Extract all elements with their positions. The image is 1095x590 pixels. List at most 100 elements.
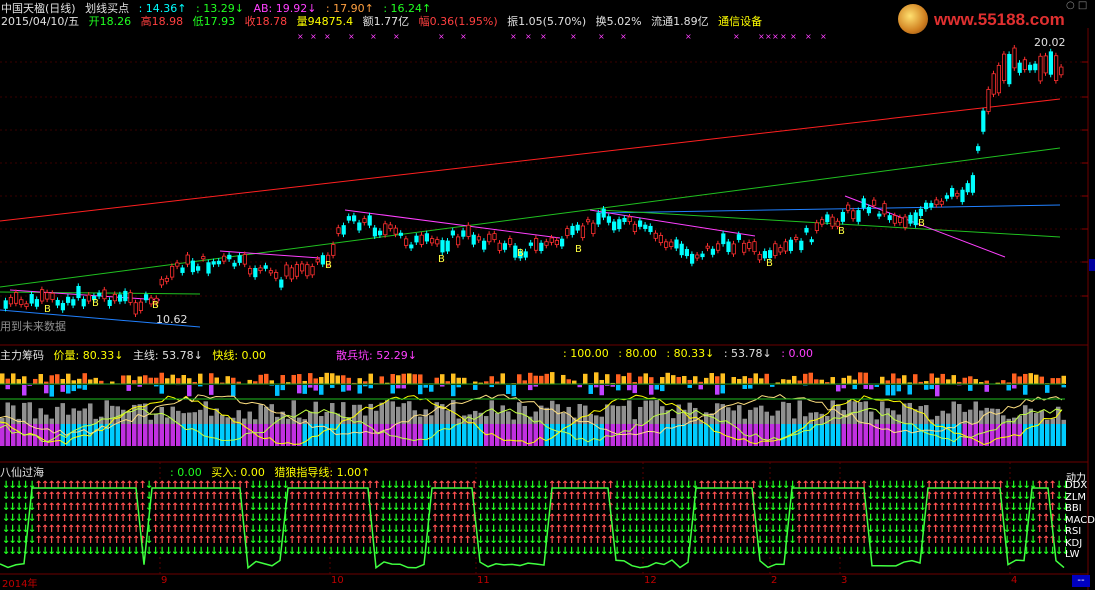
future-data-note: 用到未来数据 xyxy=(0,320,66,333)
candle xyxy=(310,263,315,278)
chip-bar xyxy=(363,381,368,446)
candle xyxy=(86,292,91,305)
chip-bar xyxy=(253,381,258,446)
chip-bar xyxy=(440,374,445,446)
candle xyxy=(45,289,50,303)
chip-bar xyxy=(154,377,159,446)
chip-bar xyxy=(660,377,665,446)
x-marker: × xyxy=(570,32,577,41)
candle xyxy=(471,232,476,248)
candle xyxy=(76,283,81,301)
buy-marker: B xyxy=(838,226,845,237)
chip-bar xyxy=(511,383,516,446)
candle xyxy=(695,251,700,262)
candle xyxy=(60,300,66,313)
candle xyxy=(882,200,887,217)
candle xyxy=(965,180,970,195)
top-x-markers: × × × × × × × × × × × × × × × × × × × × × × × xyxy=(297,32,827,41)
candle xyxy=(305,261,310,279)
chip-bar xyxy=(583,373,588,446)
candle xyxy=(1038,53,1043,84)
candle xyxy=(913,209,918,228)
scroll-marker[interactable] xyxy=(1089,259,1095,271)
candle xyxy=(690,251,695,267)
chip-bar xyxy=(951,375,956,446)
x-marker: × xyxy=(620,32,627,41)
candle xyxy=(497,240,502,254)
candle xyxy=(357,219,362,234)
candle xyxy=(227,252,232,262)
candle xyxy=(180,264,185,276)
candle xyxy=(622,215,627,225)
candle xyxy=(102,286,107,302)
candle xyxy=(8,294,13,307)
chip-bar xyxy=(181,374,186,446)
baxian-buy: 买入: 0.00 xyxy=(211,466,265,479)
price-chart[interactable]: BB BBBB BBBB × × × × × × × × × × × × × × × × × × × × × × × ↓↓↓↓↓… xyxy=(0,0,1095,590)
chip-bar xyxy=(1034,374,1039,446)
candle xyxy=(669,239,674,250)
candle xyxy=(528,239,534,249)
baxian-title[interactable]: 八仙过海 xyxy=(0,466,44,479)
candle xyxy=(268,267,274,276)
chip-fast-line: 快线: 0.00 xyxy=(212,349,267,362)
chip-bar xyxy=(187,378,192,446)
chip-bar xyxy=(539,375,544,446)
chip-bar xyxy=(236,381,241,446)
chip-panel-title[interactable]: 主力筹码 xyxy=(0,349,44,362)
chip-extra-5: : 0.00 xyxy=(781,347,813,360)
candle xyxy=(638,217,643,230)
chip-bar xyxy=(566,379,571,446)
candle xyxy=(185,252,190,268)
chip-bar xyxy=(737,378,742,446)
chip-extra-2: : 80.00 xyxy=(618,347,657,360)
candle xyxy=(591,220,596,237)
chip-bar xyxy=(93,377,98,446)
x-marker: × xyxy=(790,32,797,41)
chip-bar xyxy=(676,376,681,446)
chip-bar xyxy=(434,377,439,446)
chip-bar xyxy=(247,379,252,446)
chip-bar xyxy=(231,377,236,446)
candle xyxy=(794,234,799,243)
label-rsi: RSI xyxy=(1065,526,1082,537)
candle xyxy=(679,241,684,258)
candle xyxy=(206,259,211,277)
chip-bar xyxy=(764,373,769,446)
candle xyxy=(570,223,575,238)
candle xyxy=(128,289,133,306)
candle xyxy=(804,225,809,236)
x-marker: × xyxy=(598,32,605,41)
candle xyxy=(284,261,289,279)
candle xyxy=(331,241,336,259)
x-marker: × xyxy=(772,32,779,41)
chip-bar xyxy=(165,378,170,446)
candle xyxy=(258,264,263,274)
chip-bar xyxy=(874,383,879,446)
x-axis-label-9: 9 xyxy=(161,575,168,586)
axis-end-marker[interactable]: -- xyxy=(1072,575,1090,587)
candle xyxy=(856,207,861,225)
candle xyxy=(783,238,788,255)
buy-marker: B xyxy=(92,298,99,309)
chip-bar xyxy=(110,381,115,446)
chip-bar xyxy=(390,374,395,446)
low-price-label: 10.62 xyxy=(156,313,188,326)
chip-bar xyxy=(286,382,291,446)
x-marker: × xyxy=(460,32,467,41)
candle xyxy=(721,230,726,247)
candle xyxy=(481,238,487,253)
candle xyxy=(55,297,60,309)
chip-bar xyxy=(418,374,423,446)
candle xyxy=(502,240,508,253)
candle xyxy=(596,209,601,228)
candle xyxy=(846,202,851,214)
candle xyxy=(435,236,440,247)
candle xyxy=(840,209,846,225)
candle xyxy=(29,291,34,307)
chip-bar xyxy=(462,377,467,446)
candle xyxy=(299,260,305,274)
peak-price-label: 20.02 xyxy=(1034,36,1066,49)
candle xyxy=(34,296,40,310)
candle xyxy=(253,265,258,280)
